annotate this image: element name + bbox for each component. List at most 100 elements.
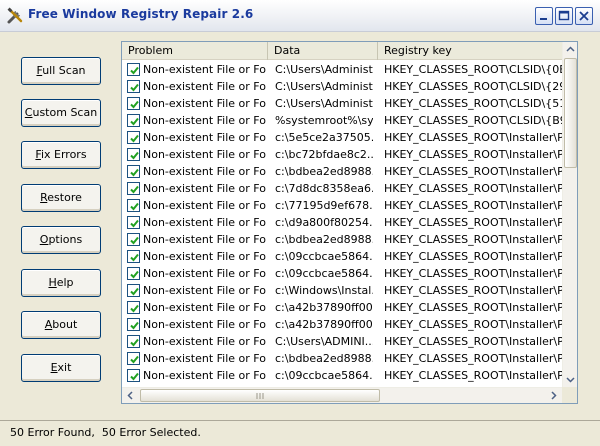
title-bar[interactable]: Free Window Registry Repair 2.6	[0, 0, 600, 32]
scroll-left-icon[interactable]	[123, 388, 138, 403]
cell-problem: Non-existent File or Folder	[143, 267, 267, 280]
cell-registry-key: HKEY_CLASSES_ROOT\CLSID\{0E	[384, 63, 562, 76]
row-checkbox[interactable]	[127, 148, 140, 161]
main-frame: Full Scan Custom Scan Fix Errors Restore…	[0, 32, 600, 446]
scroll-corner	[562, 387, 577, 403]
list-item[interactable]: Non-existent File or Folder c:\bdbea2ed89…	[122, 163, 562, 180]
list-item[interactable]: Non-existent File or Folder c:\7d8dc8358e…	[122, 180, 562, 197]
cell-problem: Non-existent File or Folder	[143, 284, 267, 297]
list-header: Problem Data Registry key	[122, 42, 562, 60]
cell-data: C:\Users\Administ...	[275, 63, 373, 76]
row-checkbox[interactable]	[127, 131, 140, 144]
cell-data: c:\bdbea2ed8988...	[275, 233, 373, 246]
list-item[interactable]: Non-existent File or Folder c:\77195d9ef6…	[122, 197, 562, 214]
list-item[interactable]: Non-existent File or Folder c:\09ccbcae58…	[122, 265, 562, 282]
custom-scan-button[interactable]: Custom Scan	[21, 99, 101, 127]
row-checkbox[interactable]	[127, 114, 140, 127]
column-header-registry-key[interactable]: Registry key	[378, 42, 562, 60]
checkmark-icon	[130, 270, 139, 279]
checkmark-icon	[130, 168, 139, 177]
list-item[interactable]: Non-existent File or Folder c:\bdbea2ed89…	[122, 350, 562, 367]
row-checkbox[interactable]	[127, 63, 140, 76]
checkmark-icon	[130, 287, 139, 296]
list-item[interactable]: Non-existent File or Folder c:\bc72bfdae8…	[122, 146, 562, 163]
row-checkbox[interactable]	[127, 318, 140, 331]
cell-registry-key: HKEY_CLASSES_ROOT\CLSID\{29	[384, 80, 562, 93]
fix-errors-button[interactable]: Fix Errors	[21, 141, 101, 169]
vertical-scrollbar[interactable]	[562, 42, 577, 387]
row-checkbox[interactable]	[127, 352, 140, 365]
exit-button[interactable]: Exit	[21, 354, 101, 382]
full-scan-button[interactable]: Full Scan	[21, 57, 101, 85]
horizontal-scroll-thumb[interactable]	[140, 389, 380, 402]
checkmark-icon	[130, 338, 139, 347]
list-item[interactable]: Non-existent File or Folder c:\5e5ce2a375…	[122, 129, 562, 146]
cell-problem: Non-existent File or Folder	[143, 63, 267, 76]
cell-registry-key: HKEY_CLASSES_ROOT\Installer\Pr	[384, 267, 562, 280]
results-list[interactable]: Problem Data Registry key Non-existent F…	[121, 41, 578, 404]
status-bar: 50 Error Found, 50 Error Selected.	[0, 420, 600, 446]
maximize-icon	[558, 10, 570, 21]
row-checkbox[interactable]	[127, 233, 140, 246]
list-item[interactable]: Non-existent File or Folder %systemroot%\…	[122, 112, 562, 129]
row-checkbox[interactable]	[127, 199, 140, 212]
column-header-problem[interactable]: Problem	[122, 42, 268, 60]
cell-data: c:\09ccbcae5864...	[275, 267, 373, 280]
list-item[interactable]: Non-existent File or Folder c:\09ccbcae58…	[122, 367, 562, 384]
about-button[interactable]: About	[21, 311, 101, 339]
list-item[interactable]: Non-existent File or Folder c:\09ccbcae58…	[122, 248, 562, 265]
scroll-up-icon[interactable]	[563, 42, 578, 57]
row-checkbox[interactable]	[127, 369, 140, 382]
cell-registry-key: HKEY_CLASSES_ROOT\Installer\Pr	[384, 335, 562, 348]
cell-problem: Non-existent File or Folder	[143, 318, 267, 331]
row-checkbox[interactable]	[127, 165, 140, 178]
cell-problem: Non-existent File or Folder	[143, 80, 267, 93]
minimize-button[interactable]	[535, 7, 553, 25]
row-checkbox[interactable]	[127, 267, 140, 280]
row-checkbox[interactable]	[127, 182, 140, 195]
horizontal-scrollbar[interactable]	[122, 387, 562, 403]
list-item[interactable]: Non-existent File or Folder c:\a42b37890f…	[122, 316, 562, 333]
row-checkbox[interactable]	[127, 335, 140, 348]
list-item[interactable]: Non-existent File or Folder C:\Users\Admi…	[122, 61, 562, 78]
window-title: Free Window Registry Repair 2.6	[28, 7, 254, 21]
row-checkbox[interactable]	[127, 301, 140, 314]
restore-button[interactable]: Restore	[21, 184, 101, 212]
row-checkbox[interactable]	[127, 250, 140, 263]
list-rows: Non-existent File or Folder C:\Users\Admi…	[122, 61, 562, 387]
checkmark-icon	[130, 202, 139, 211]
list-item[interactable]: Non-existent File or Folder c:\Windows\In…	[122, 282, 562, 299]
column-header-data[interactable]: Data	[268, 42, 378, 60]
list-item[interactable]: Non-existent File or Folder c:\a42b37890f…	[122, 299, 562, 316]
checkmark-icon	[130, 117, 139, 126]
row-checkbox[interactable]	[127, 97, 140, 110]
cell-data: c:\77195d9ef678...	[275, 199, 373, 212]
cell-data: c:\bdbea2ed8988...	[275, 352, 373, 365]
cell-data: c:\bc72bfdae8c2...	[275, 148, 373, 161]
help-button[interactable]: Help	[21, 269, 101, 297]
list-item[interactable]: Non-existent File or Folder c:\d9a800f802…	[122, 214, 562, 231]
tools-icon	[6, 7, 24, 25]
list-item[interactable]: Non-existent File or Folder C:\Users\Admi…	[122, 78, 562, 95]
cell-registry-key: HKEY_CLASSES_ROOT\Installer\Pa	[384, 233, 562, 246]
options-button[interactable]: Options	[21, 226, 101, 254]
status-text: 50 Error Found, 50 Error Selected.	[10, 426, 201, 439]
row-checkbox[interactable]	[127, 80, 140, 93]
checkmark-icon	[130, 83, 139, 92]
vertical-scroll-thumb[interactable]	[564, 58, 577, 168]
cell-registry-key: HKEY_CLASSES_ROOT\CLSID\{51	[384, 97, 562, 110]
maximize-button[interactable]	[555, 7, 573, 25]
scroll-down-icon[interactable]	[563, 372, 578, 387]
cell-registry-key: HKEY_CLASSES_ROOT\Installer\Pr	[384, 318, 562, 331]
row-checkbox[interactable]	[127, 284, 140, 297]
checkmark-icon	[130, 372, 139, 381]
close-button[interactable]	[575, 7, 593, 25]
list-item[interactable]: Non-existent File or Folder C:\Users\ADMI…	[122, 333, 562, 350]
checkmark-icon	[130, 151, 139, 160]
list-item[interactable]: Non-existent File or Folder C:\Users\Admi…	[122, 95, 562, 112]
cell-problem: Non-existent File or Folder	[143, 352, 267, 365]
cell-problem: Non-existent File or Folder	[143, 250, 267, 263]
list-item[interactable]: Non-existent File or Folder c:\bdbea2ed89…	[122, 231, 562, 248]
row-checkbox[interactable]	[127, 216, 140, 229]
scroll-right-icon[interactable]	[546, 388, 561, 403]
